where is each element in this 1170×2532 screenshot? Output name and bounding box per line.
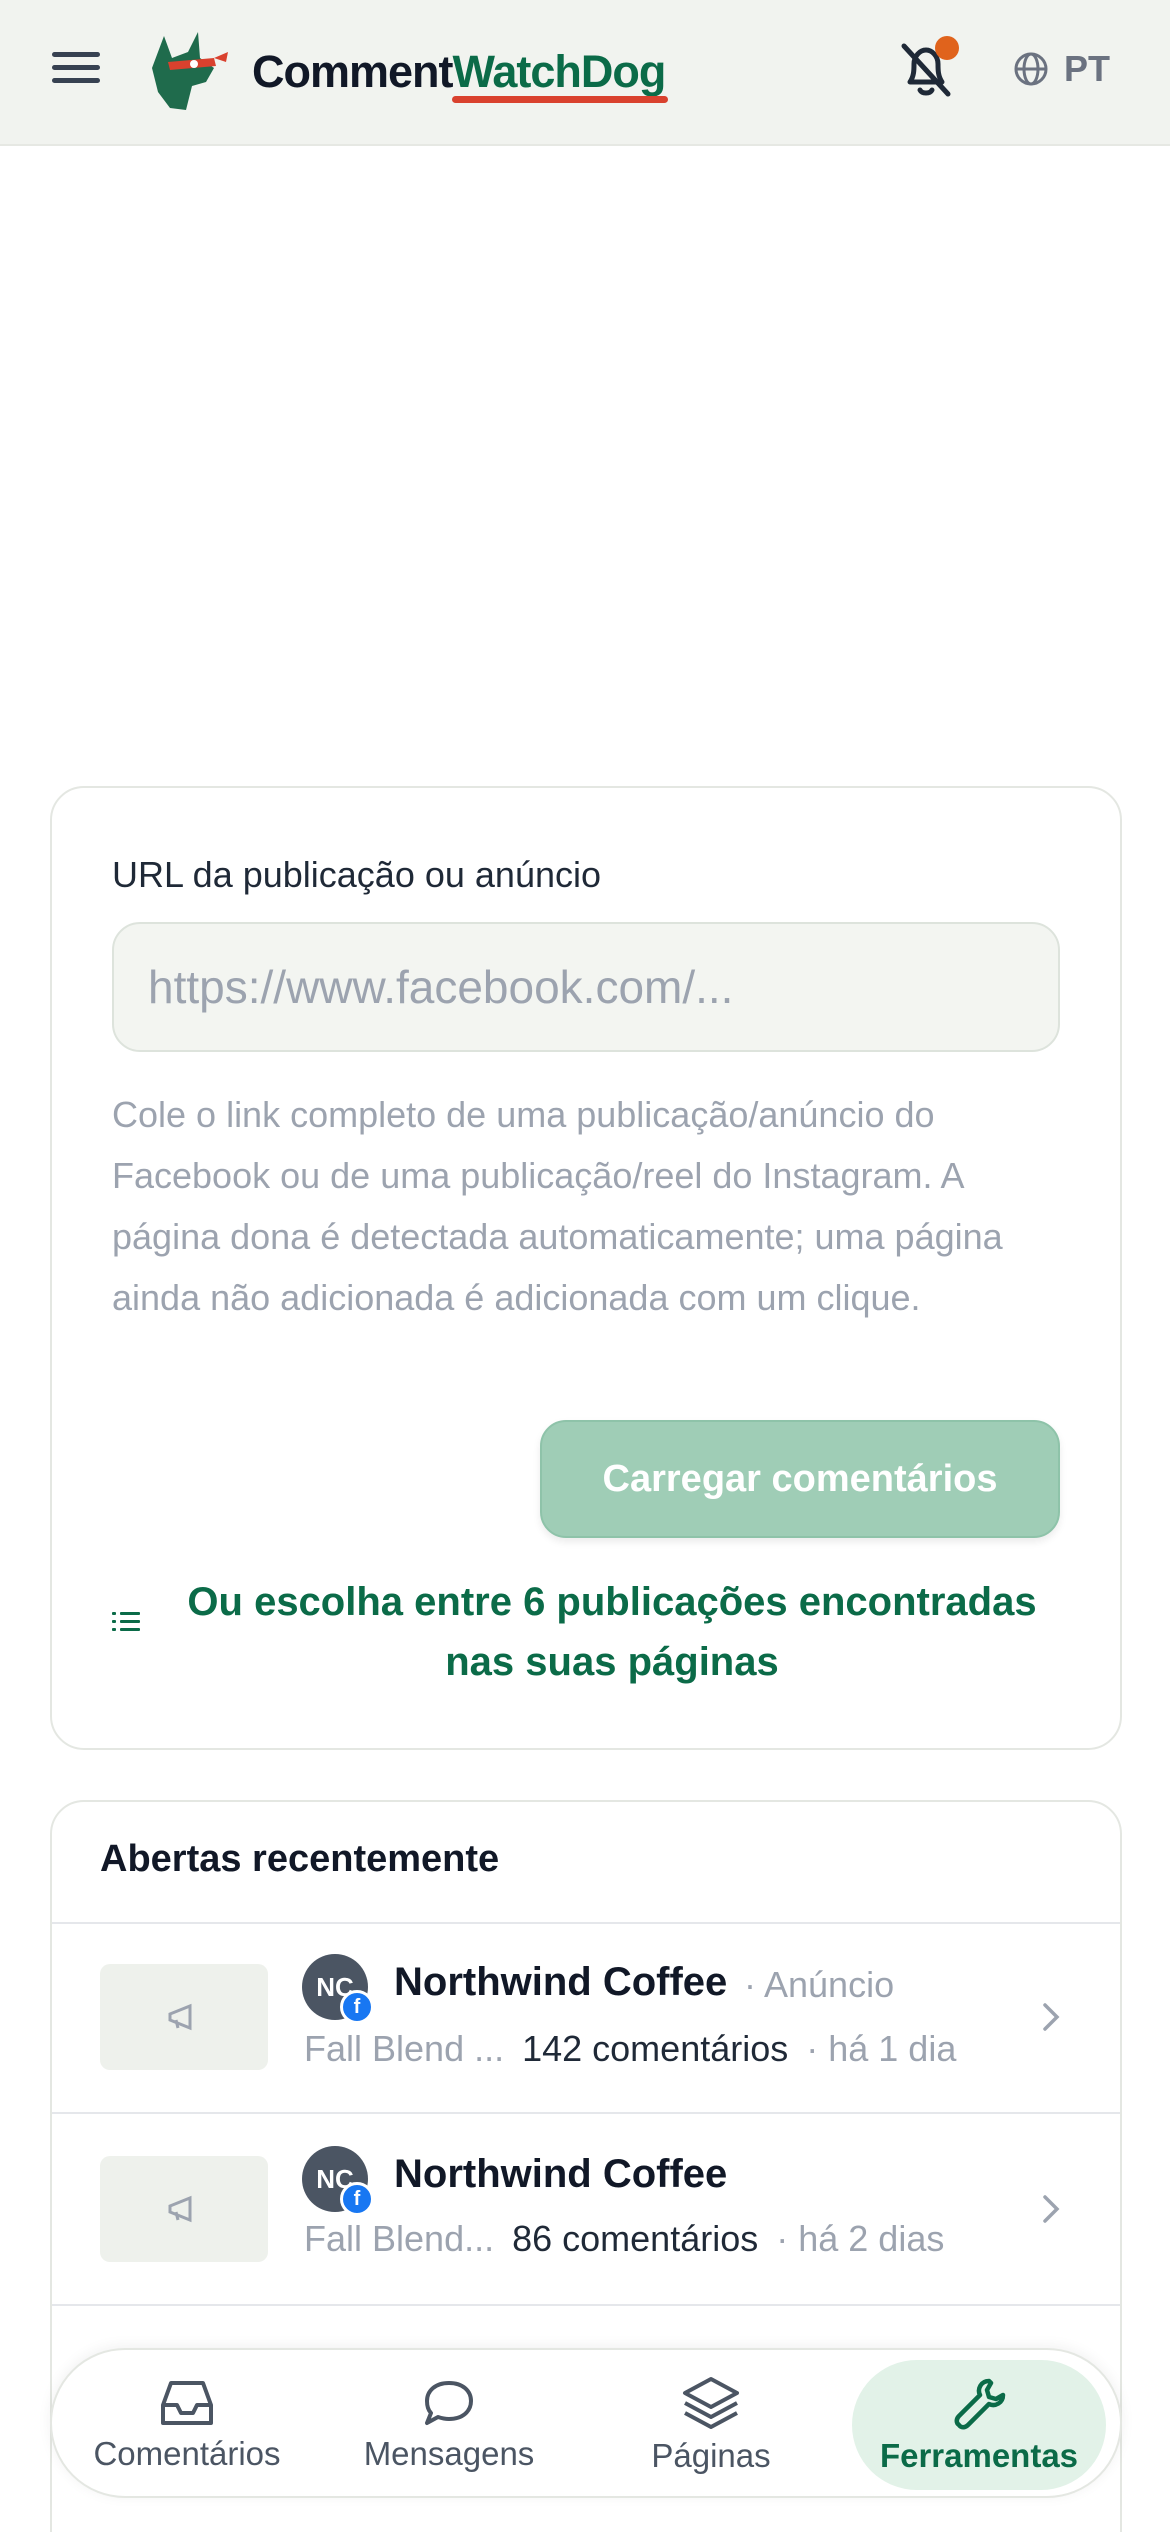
brand-name[interactable]: CommentWatchDog (252, 46, 667, 98)
post-thumbnail (100, 2156, 268, 2262)
post-meta: Fall Blend... 86 comentários · há 2 dias (304, 2218, 944, 2260)
megaphone-icon (168, 2003, 192, 2031)
recently-opened-title: Abertas recentemente (100, 1838, 500, 1880)
facebook-icon: f (340, 2182, 374, 2216)
language-label: PT (1064, 48, 1111, 89)
menu-icon[interactable] (52, 52, 100, 92)
nav-label: Ferramentas (879, 2437, 1079, 2474)
divider (52, 2304, 1120, 2306)
url-field-label: URL da publicação ou anúncio (112, 854, 602, 895)
nav-label: Comentários (93, 2435, 281, 2472)
chevron-right-icon (1043, 2195, 1060, 2223)
megaphone-icon (168, 2195, 192, 2223)
brand-part-watchdog: WatchDog (452, 46, 667, 97)
nav-ferramentas[interactable]: Ferramentas (852, 2360, 1106, 2490)
post-kind: · Anúncio (744, 1964, 895, 2005)
bottom-navigation: Comentários Mensagens Páginas Ferramenta… (50, 2348, 1122, 2498)
notification-dot (935, 36, 959, 60)
comment-count: 86 comentários (512, 2218, 759, 2259)
chevron-right-icon (1043, 2003, 1060, 2031)
post-thumbnail (100, 1964, 268, 2070)
url-input[interactable] (112, 922, 1060, 1052)
post-title: Fall Blend... (304, 2218, 495, 2259)
brand-part-comment: Comment (252, 46, 454, 97)
recent-post-row[interactable]: NC f Northwind Coffee Fall Blend... 86 c… (52, 2114, 1120, 2304)
page-name: Northwind Coffee (394, 2152, 728, 2196)
nav-label: Páginas (651, 2437, 771, 2474)
inbox-icon (161, 2381, 213, 2425)
globe-icon (1014, 52, 1048, 86)
wrench-icon (954, 2378, 1006, 2430)
layers-icon (683, 2377, 739, 2429)
load-comments-button[interactable]: Carregar comentários (540, 1420, 1060, 1538)
load-post-card: URL da publicação ou anúncio Cole o link… (50, 786, 1122, 1750)
facebook-icon: f (340, 1990, 374, 2024)
list-icon (112, 1612, 140, 1631)
chat-bubble-icon (425, 2381, 473, 2425)
post-time: · há 1 dia (806, 2028, 957, 2069)
recent-post-row[interactable]: NC f Northwind Coffee · Anúncio Fall Ble… (52, 1924, 1120, 2114)
nav-mensagens[interactable]: Mensagens (334, 2350, 564, 2500)
language-selector[interactable]: PT (1012, 48, 1110, 90)
comment-count: 142 comentários (522, 2028, 789, 2069)
app-header: CommentWatchDog PT (0, 0, 1170, 146)
nav-label: Mensagens (363, 2435, 535, 2472)
nav-comentarios[interactable]: Comentários (72, 2350, 302, 2500)
post-meta: Fall Blend ... 142 comentários · há 1 di… (304, 2028, 956, 2070)
dog-logo[interactable] (142, 28, 230, 116)
post-time: · há 2 dias (776, 2218, 945, 2259)
choose-found-posts-link[interactable]: Ou escolha entre 6 publicações encontrad… (162, 1572, 1062, 1692)
nav-paginas[interactable]: Páginas (596, 2350, 826, 2500)
page-name: Northwind Coffee (394, 1960, 728, 2004)
url-help-text: Cole o link completo de uma publicação/a… (112, 1094, 1003, 1318)
post-title: Fall Blend ... (304, 2028, 505, 2069)
brand-underline (452, 96, 668, 103)
